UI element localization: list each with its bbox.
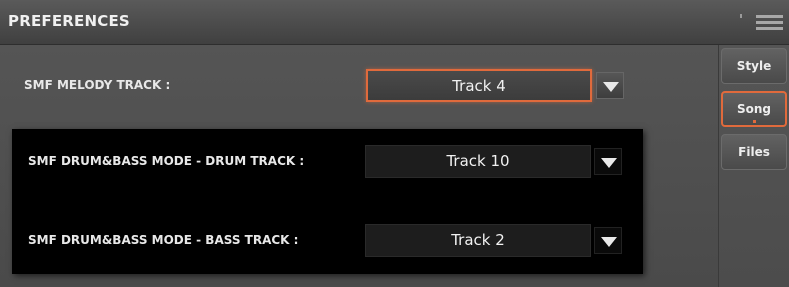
page-title: PREFERENCES	[8, 12, 130, 30]
page-header: PREFERENCES	[0, 0, 789, 45]
drum-bass-settings-panel: SMF DRUM&BASS MODE - DRUM TRACK : Track …	[12, 129, 643, 274]
smf-melody-track-label: SMF MELODY TRACK :	[24, 78, 171, 92]
bass-track-dropdown-button[interactable]	[594, 227, 622, 254]
chevron-down-icon	[601, 237, 617, 247]
bass-track-label: SMF DRUM&BASS MODE - BASS TRACK :	[28, 233, 299, 247]
drum-track-dropdown-button[interactable]	[594, 148, 622, 175]
tab-files[interactable]: Files	[721, 134, 787, 170]
drum-track-label: SMF DRUM&BASS MODE - DRUM TRACK :	[28, 154, 305, 168]
tab-song[interactable]: Song	[721, 91, 787, 127]
header-marker	[740, 14, 742, 18]
tab-style[interactable]: Style	[721, 48, 787, 84]
sidebar: Style Song Files	[718, 45, 789, 287]
tab-song-label: Song	[736, 102, 772, 116]
bass-track-select[interactable]: Track 2	[365, 224, 591, 257]
active-indicator	[753, 120, 756, 123]
preferences-screen: PREFERENCES SMF MELODY TRACK : Track 4 S…	[0, 0, 789, 287]
chevron-down-icon	[603, 82, 619, 92]
smf-melody-track-dropdown-button[interactable]	[596, 72, 624, 99]
menu-icon[interactable]	[756, 15, 783, 33]
drum-track-select[interactable]: Track 10	[365, 145, 591, 178]
chevron-down-icon	[601, 158, 617, 168]
smf-melody-track-select[interactable]: Track 4	[366, 69, 592, 102]
